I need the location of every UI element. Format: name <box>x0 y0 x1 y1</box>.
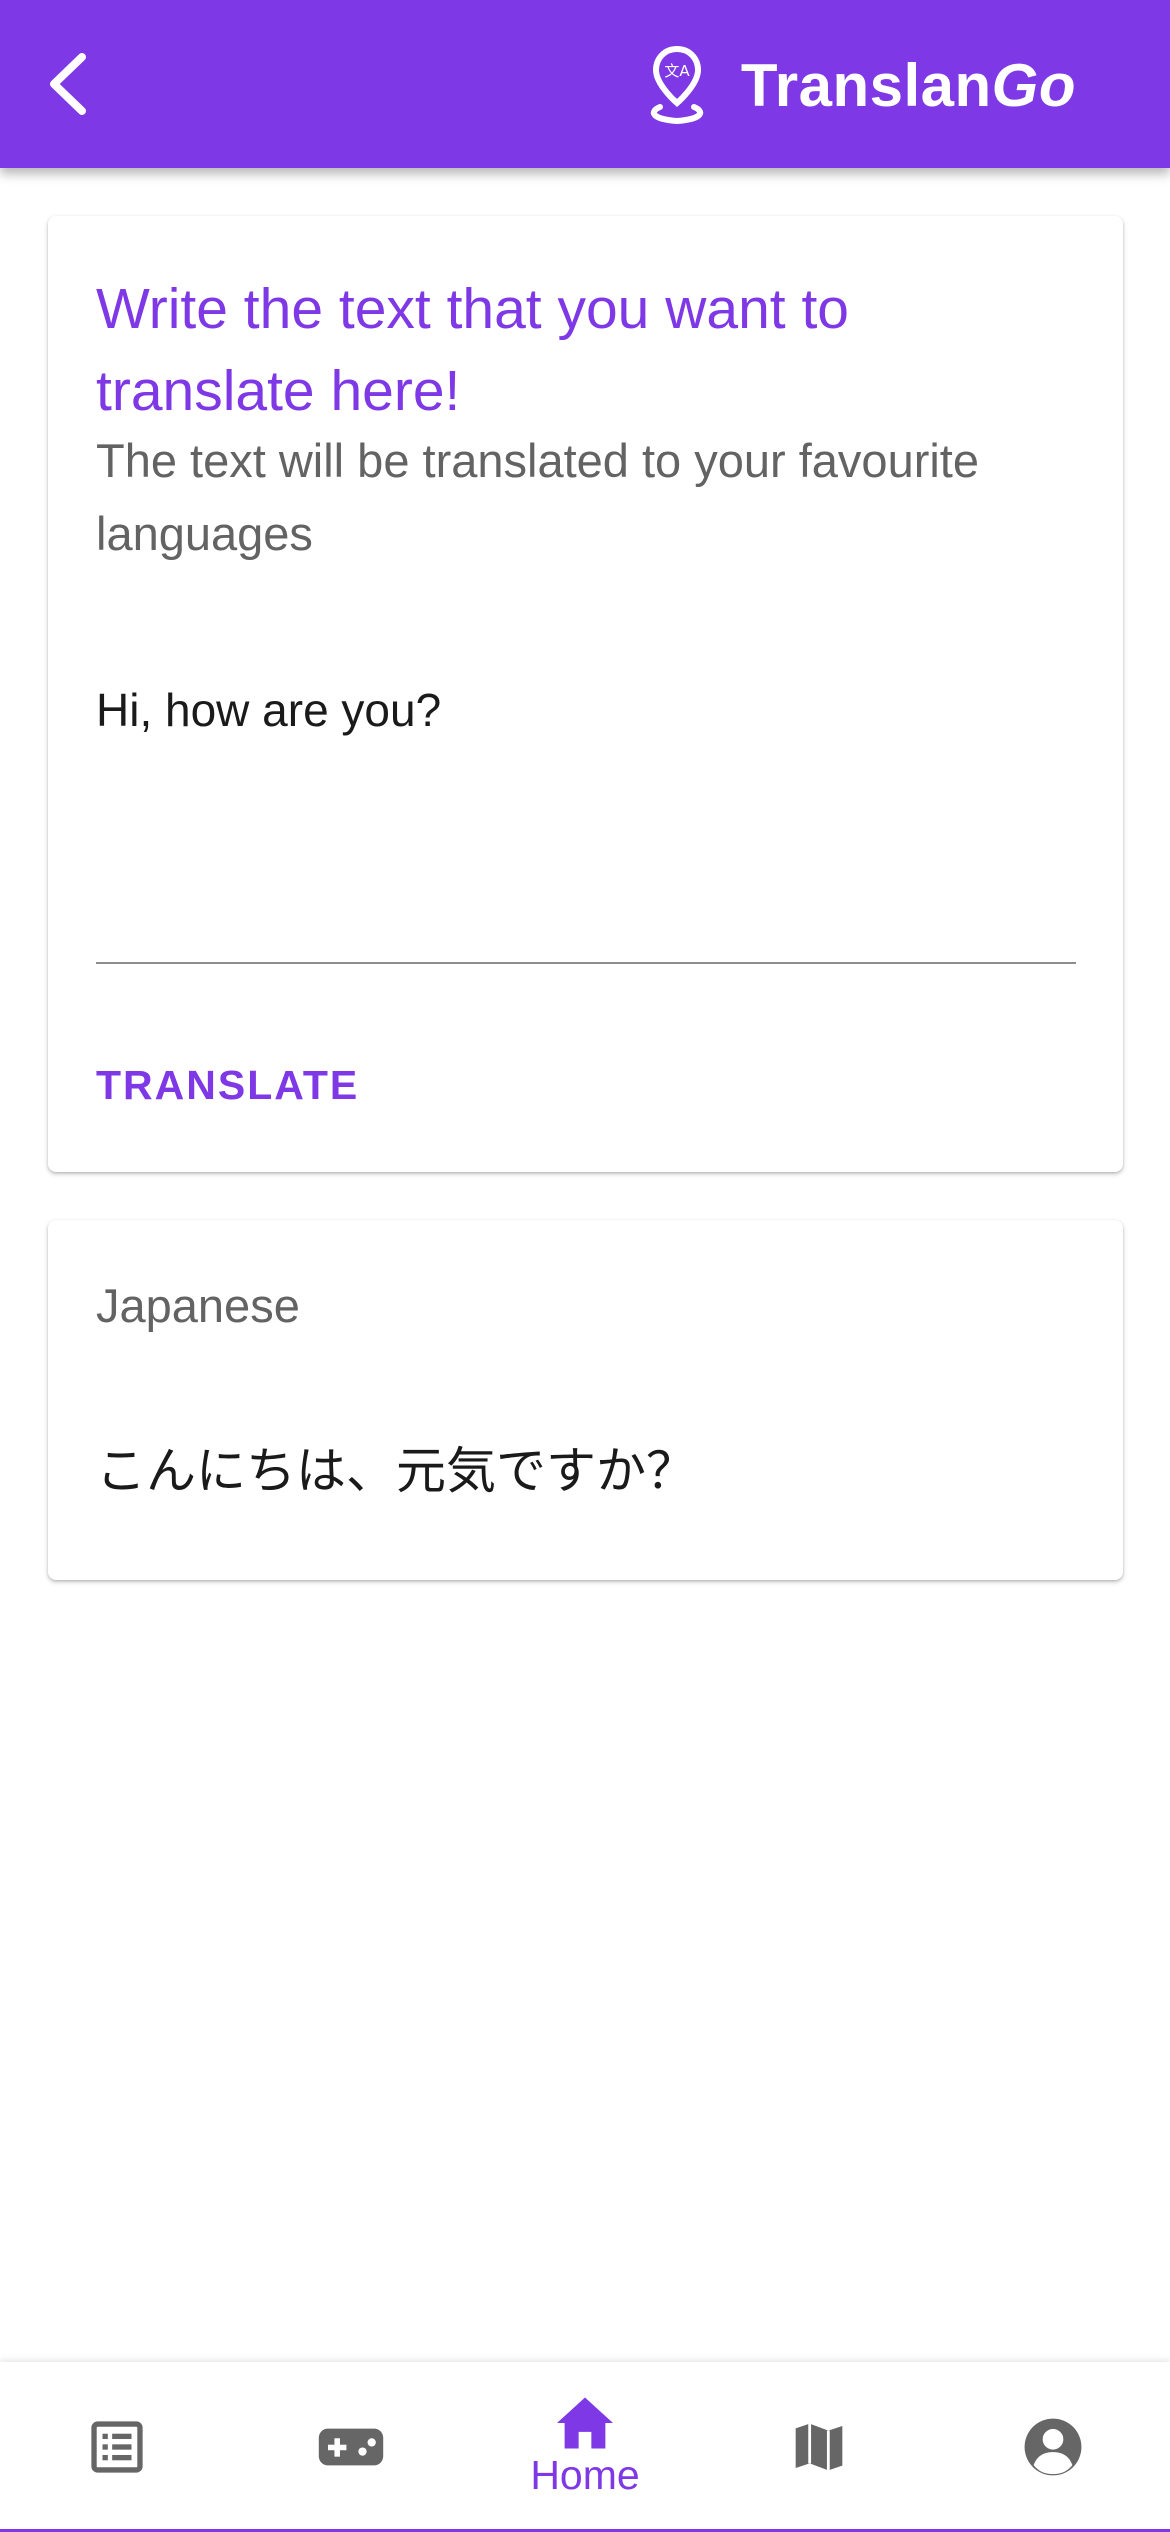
brand: 文A TranslanGo <box>641 40 1076 130</box>
nav-item-list[interactable] <box>0 2362 234 2532</box>
result-card: Japanese こんにちは、元気ですか？ <box>48 1220 1123 1580</box>
input-subheading: The text will be translated to your favo… <box>96 434 979 560</box>
nav-item-map[interactable] <box>702 2362 936 2532</box>
nav-item-account[interactable] <box>936 2362 1170 2532</box>
nav-item-games[interactable] <box>234 2362 468 2532</box>
target-language-label: Japanese <box>96 1279 300 1332</box>
translated-text: こんにちは、元気ですか？ <box>96 1442 696 1500</box>
input-text-value[interactable]: Hi, how are you? <box>96 680 1076 740</box>
bottom-navigation: Home <box>0 2362 1170 2532</box>
home-icon <box>557 2397 613 2449</box>
list-icon <box>91 2421 143 2473</box>
back-button[interactable] <box>38 44 94 124</box>
app-bar: 文A TranslanGo <box>0 0 1170 168</box>
account-icon <box>1024 2418 1082 2476</box>
nav-item-home[interactable]: Home <box>468 2362 702 2532</box>
app-title-main: Translan <box>740 51 992 119</box>
translate-button[interactable]: TRANSLATE <box>88 1048 367 1122</box>
gamepad-icon <box>318 2428 384 2466</box>
map-icon <box>795 2423 843 2471</box>
location-translate-icon: 文A <box>641 40 713 130</box>
chevron-left-icon <box>50 53 86 115</box>
app-title: TranslanGo <box>741 51 1076 120</box>
input-heading: Write the text that you want to translat… <box>96 277 849 423</box>
nav-label-home: Home <box>530 2452 640 2498</box>
input-card: Write the text that you want to translat… <box>48 216 1123 1172</box>
app-title-accent: Go <box>991 51 1076 119</box>
svg-text:文A: 文A <box>664 62 690 80</box>
